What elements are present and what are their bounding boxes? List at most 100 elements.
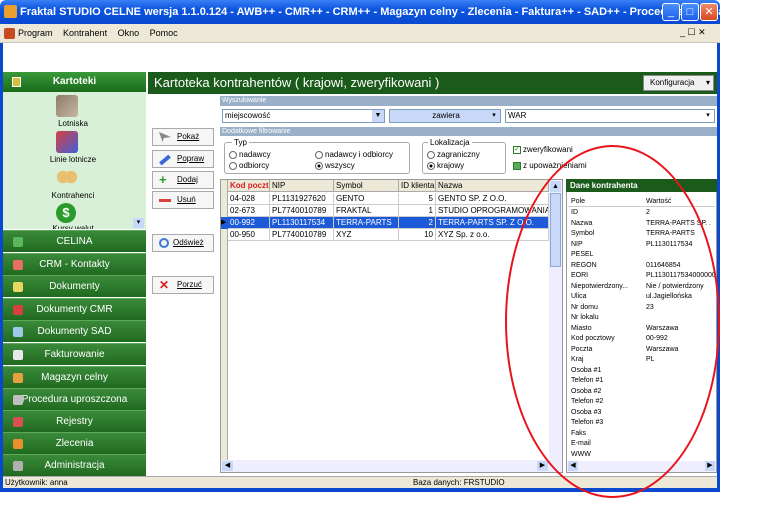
status-user: Użytkownik: anna [5, 478, 68, 487]
radio-icon [229, 161, 237, 170]
nav-dokumenty-sad[interactable]: Dokumenty SAD [3, 320, 146, 342]
chevron-down-icon: ▾ [706, 112, 710, 119]
lokalizacja-label: Lokalizacja [428, 138, 472, 147]
book-icon[interactable] [56, 95, 78, 117]
nav-faktura-label: Fakturowanie [44, 349, 105, 360]
radio-nadawcy[interactable]: nadawcy [229, 150, 271, 159]
menu-kontrahent[interactable]: Kontrahent [63, 28, 107, 38]
menu-okno[interactable]: Okno [118, 28, 140, 38]
table-cell[interactable]: 00-950 [228, 229, 270, 241]
table-cell[interactable]: FRAKTAL [334, 205, 399, 217]
table-cell[interactable]: 00-992 [228, 217, 270, 229]
admin-icon [13, 461, 23, 471]
nav-procedura[interactable]: Procedura uproszczona [3, 388, 146, 410]
nav-procedura-label: Procedura uproszczona [21, 394, 128, 405]
nav-crm[interactable]: CRM - Kontakty [3, 253, 146, 275]
nav-celina[interactable]: CELINA [3, 230, 146, 252]
typ-label: Typ [232, 138, 249, 147]
scroll-left-icon[interactable]: ◀ [222, 461, 233, 471]
checkbox-verified-label: zweryfikowani [523, 145, 573, 154]
search-input[interactable]: WAR ▾ [505, 109, 715, 123]
table-cell[interactable]: XYZ [334, 229, 399, 241]
nav-administracja[interactable]: Administracja [3, 454, 146, 476]
nav-dokumenty-cmr[interactable]: Dokumenty CMR [3, 298, 146, 320]
radio-nadawcy-label: nadawcy [239, 150, 271, 159]
table-row[interactable]: ▶ 00-992 PL1130117534 TERRA-PARTS 2 TERRA-PAR… [221, 217, 549, 229]
col-header-id[interactable]: ID klienta [399, 180, 436, 192]
table-cell[interactable]: 02-673 [228, 205, 270, 217]
table-row[interactable]: 02-673 PL7740010789 FRAKTAL 1 STUDIO OPROGRA… [221, 205, 549, 217]
col-header-symbol[interactable]: Symbol [334, 180, 399, 192]
radio-wszyscy[interactable]: wszyscy [315, 161, 355, 170]
linie-lotnicze-label[interactable]: Linie lotnicze [8, 155, 138, 164]
nav-admin-label: Administracja [44, 460, 105, 471]
nav-magazyn[interactable]: Magazyn celny [3, 366, 146, 388]
nav-dokumenty[interactable]: Dokumenty [3, 275, 146, 297]
kartoteki-header[interactable]: Kartoteki [3, 72, 146, 92]
window-title: Fraktal STUDIO CELNE wersja 1.1.0.124 - … [0, 0, 720, 24]
radio-odbiorcy[interactable]: odbiorcy [229, 161, 269, 170]
col-header-nazwa[interactable]: Nazwa [436, 180, 549, 192]
maximize-button[interactable]: □ [681, 3, 699, 21]
table-cell[interactable]: PL1131927620 [270, 193, 334, 205]
menu-app-icon [4, 28, 15, 39]
table-cell[interactable]: TERRA-PARTS [334, 217, 399, 229]
nav-rejestry[interactable]: Rejestry [3, 410, 146, 432]
radio-nio-label: nadawcy i odbiorcy [325, 150, 394, 159]
nav-cmr-label: Dokumenty CMR [36, 304, 113, 315]
table-cell[interactable]: PL7740010789 [270, 205, 334, 217]
minimize-button[interactable]: _ [662, 3, 680, 21]
table-cell[interactable]: 5 [399, 193, 436, 205]
search-field-value: miejscowość [225, 111, 271, 120]
table-cell[interactable]: 10 [399, 229, 436, 241]
kursy-walut-label[interactable]: Kursy walut [8, 224, 138, 229]
menu-pomoc[interactable]: Pomoc [150, 28, 178, 38]
refresh-button[interactable]: Odśwież [152, 234, 214, 252]
table-row[interactable]: 04-028 PL1131927620 GENTO 5 GENTO SP. Z O.O. [221, 193, 549, 205]
radio-icon [315, 150, 323, 159]
add-button[interactable]: + Dodaj [152, 171, 214, 189]
menu-program[interactable]: Program [18, 28, 53, 38]
nav-fakturowanie[interactable]: Fakturowanie [3, 343, 146, 365]
table-cell[interactable]: PL1130117534 [270, 217, 334, 229]
delete-button[interactable]: Usuń [152, 191, 214, 209]
mdi-controls[interactable]: _ ☐ ✕ [680, 27, 706, 38]
search-field-select[interactable]: miejscowość ▼ [222, 109, 385, 123]
pointer-icon [159, 132, 171, 142]
show-button[interactable]: Pokaż [152, 128, 214, 146]
table-cell[interactable]: 1 [399, 205, 436, 217]
people-icon[interactable] [54, 166, 80, 188]
scroll-right-icon[interactable]: ▶ [537, 461, 548, 471]
table-hscrollbar[interactable] [221, 460, 562, 472]
table-cell[interactable]: 04-028 [228, 193, 270, 205]
radio-nadawcy-i-odbiorcy[interactable]: nadawcy i odbiorcy [315, 150, 393, 159]
nav-rejestry-label: Rejestry [56, 416, 93, 427]
edit-button[interactable]: Popraw [152, 150, 214, 168]
search-mode-select[interactable]: zawiera ▾ [389, 109, 501, 123]
radio-zagraniczny[interactable]: zagraniczny [427, 150, 480, 159]
dokumenty-icon [13, 282, 23, 292]
menu-bar: Program Kontrahent Okno Pomoc [0, 24, 720, 43]
scroll-right-icon[interactable]: ▶ [705, 461, 715, 471]
cancel-button[interactable]: ✕ Porzuć [152, 276, 214, 294]
table-cell[interactable]: GENTO [334, 193, 399, 205]
table-cell[interactable]: PL7740010789 [270, 229, 334, 241]
lotniska-label[interactable]: Lotniska [8, 119, 138, 128]
table-row[interactable]: 00-950 PL7740010789 XYZ 10 XYZ Sp. z o.o. [221, 229, 549, 241]
dollar-icon[interactable]: $ [56, 203, 76, 223]
col-header-nip[interactable]: NIP [270, 180, 334, 192]
radio-krajowy[interactable]: krajowy [427, 161, 464, 170]
airline-icon[interactable] [56, 131, 78, 153]
table-cell[interactable]: 2 [399, 217, 436, 229]
konfiguracja-button[interactable]: Konfiguracja ▾ [643, 75, 714, 91]
close-button[interactable]: ✕ [700, 3, 718, 21]
show-label: Pokaż [177, 132, 200, 141]
radio-icon [427, 150, 435, 159]
checkbox-verified[interactable]: ✓ zweryfikowani [513, 145, 573, 154]
app-icon [4, 5, 17, 18]
col-header-kod[interactable]: Kod pocztowy [228, 180, 270, 192]
panel-scroll-arrow-icon[interactable]: ▾ [133, 218, 144, 228]
kontrahenci-label[interactable]: Kontrahenci [8, 191, 138, 200]
edit-label: Popraw [177, 154, 205, 163]
nav-zlecenia[interactable]: Zlecenia [3, 432, 146, 454]
